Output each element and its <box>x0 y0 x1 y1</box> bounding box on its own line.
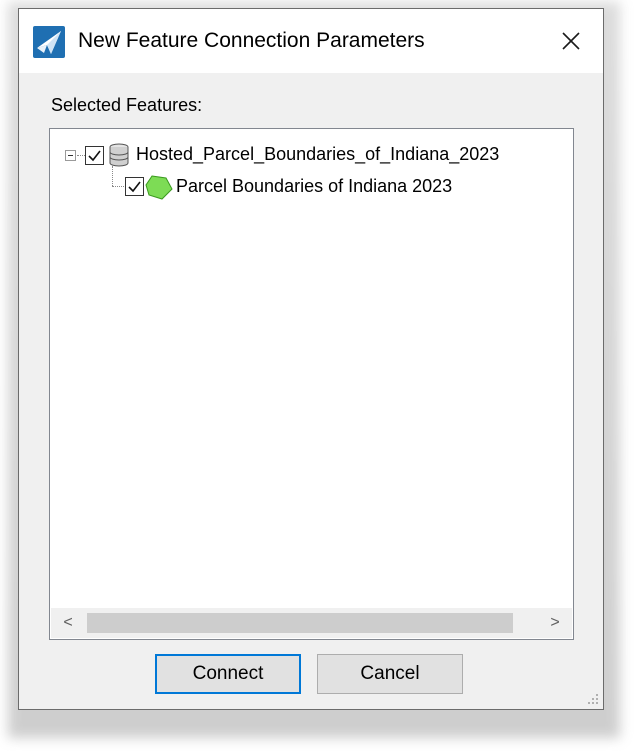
scroll-left-button[interactable]: < <box>53 608 83 638</box>
checkmark-icon <box>88 150 101 162</box>
screenshot-stage: New Feature Connection Parameters Select… <box>0 0 636 751</box>
dialog-title: New Feature Connection Parameters <box>78 29 425 52</box>
tree-node-root-label[interactable]: Hosted_Parcel_Boundaries_of_Indiana_2023 <box>136 144 499 165</box>
title-bar[interactable]: New Feature Connection Parameters <box>19 9 603 73</box>
checkmark-icon <box>128 181 141 193</box>
close-button[interactable] <box>549 21 593 61</box>
feature-tree[interactable]: Hosted_Parcel_Boundaries_of_Indiana_2023… <box>49 128 574 640</box>
tree-connector <box>112 186 124 187</box>
dialog-window: New Feature Connection Parameters Select… <box>18 8 604 710</box>
root-checkbox[interactable] <box>85 146 104 165</box>
polygon-layer-icon <box>145 173 173 201</box>
close-icon <box>562 32 580 50</box>
chevron-right-icon: > <box>550 614 560 631</box>
scroll-right-button[interactable]: > <box>540 608 570 638</box>
scroll-thumb[interactable] <box>87 613 513 633</box>
chevron-left-icon: < <box>63 614 73 631</box>
collapse-toggle[interactable] <box>65 150 76 161</box>
horizontal-scrollbar[interactable]: < > <box>51 608 572 638</box>
selected-features-label: Selected Features: <box>51 95 203 115</box>
app-wing-icon <box>33 26 65 58</box>
child-checkbox[interactable] <box>125 177 144 196</box>
tree-connector <box>112 166 113 186</box>
tree-connector <box>77 155 85 156</box>
tree-node-child-label[interactable]: Parcel Boundaries of Indiana 2023 <box>176 176 452 197</box>
database-icon <box>108 143 130 167</box>
connect-button[interactable]: Connect <box>155 654 301 694</box>
cancel-button[interactable]: Cancel <box>317 654 463 694</box>
resize-grip-icon[interactable] <box>585 691 599 705</box>
